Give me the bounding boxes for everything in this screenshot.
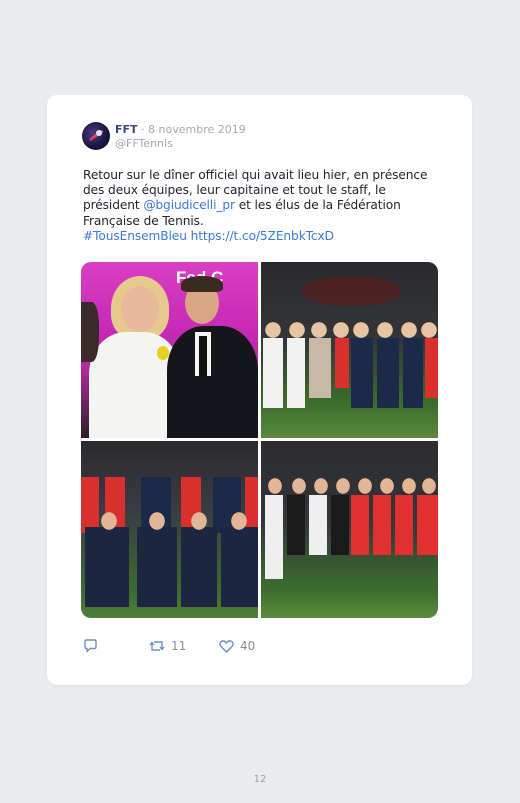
person-red: [425, 338, 438, 398]
photo-3[interactable]: [81, 441, 258, 618]
url-link[interactable]: https://t.co/5ZEnbkTcxD: [191, 229, 334, 243]
mention-link[interactable]: @bgiudicelli_pr: [143, 198, 235, 212]
flower-arrangement: [301, 276, 401, 306]
front-row-faces: [81, 511, 258, 531]
person-white-dress: [309, 495, 327, 555]
man-hair: [181, 276, 223, 292]
heart-icon: [219, 639, 234, 653]
reply-icon: [84, 639, 97, 653]
person-black-dress: [287, 495, 305, 555]
person-navy: [403, 338, 423, 408]
author-name[interactable]: FFT: [115, 123, 138, 136]
tweet-card: FFT · 8 novembre 2019 @FFTennis Retour s…: [47, 95, 472, 685]
avatar[interactable]: [82, 122, 110, 150]
man-dark-suit: [167, 326, 258, 438]
person-red: [335, 338, 349, 388]
person-navy: [377, 338, 399, 408]
retweet-icon: [149, 641, 165, 651]
person-white: [287, 338, 305, 408]
like-count: 40: [240, 639, 256, 653]
meta-separator: ·: [137, 123, 149, 136]
person-white-dress: [265, 495, 283, 579]
page-number: 12: [253, 774, 267, 785]
retweet-count: 11: [171, 639, 187, 653]
group-faces: [261, 477, 438, 495]
like-button[interactable]: 40: [219, 639, 255, 653]
tweet-meta: FFT · 8 novembre 2019 @FFTennis: [115, 123, 246, 151]
person-navy: [351, 338, 373, 408]
reply-button[interactable]: [83, 639, 98, 653]
tweet-date[interactable]: 8 novembre 2019: [148, 123, 246, 136]
photo-4[interactable]: [261, 441, 438, 618]
person-left-edge: [81, 302, 99, 362]
photo-grid: Fed C: [81, 262, 438, 618]
man-tie: [199, 336, 207, 376]
person-black-dress: [331, 495, 349, 555]
author-handle[interactable]: @FFTennis: [115, 137, 246, 151]
person-beige: [309, 338, 331, 398]
hashtag-link[interactable]: #TousEnsemBleu: [83, 229, 187, 243]
front-row-suits: [81, 527, 258, 607]
photo-1[interactable]: Fed C: [81, 262, 258, 438]
avatar-logo-dot: [96, 130, 102, 136]
tweet-text: Retour sur le dîner officiel qui avait l…: [83, 168, 438, 244]
retweet-button[interactable]: 11: [149, 639, 186, 653]
red-dresses: [351, 495, 438, 555]
person-white: [263, 338, 283, 408]
backdrop-logo: [193, 451, 233, 469]
photo-2[interactable]: [261, 262, 438, 438]
woman-face: [121, 286, 159, 332]
trophy-flower: [157, 346, 169, 360]
